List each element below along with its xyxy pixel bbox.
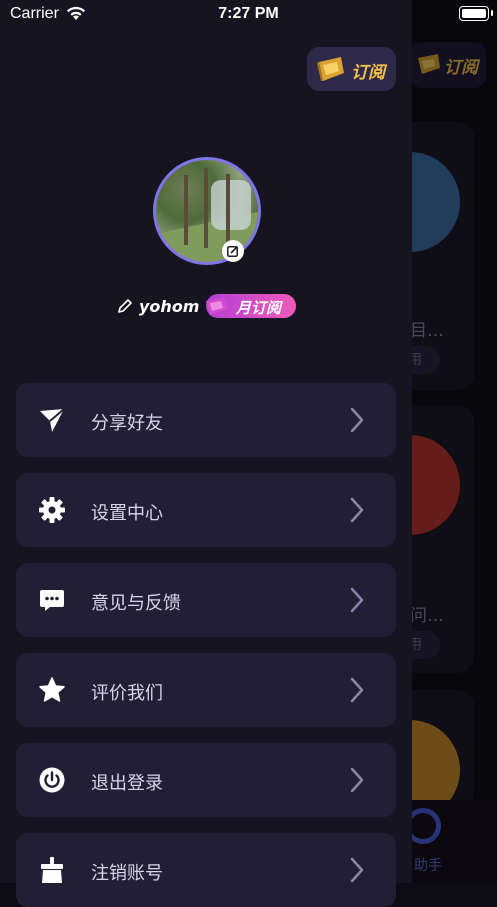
subscribe-label: 订阅	[351, 63, 385, 83]
membership-badge: 月订阅	[206, 294, 296, 318]
subscribe-button[interactable]: 订阅	[307, 47, 396, 91]
chat-bubble-icon	[40, 590, 64, 611]
battery-icon	[459, 6, 493, 21]
menu-item-label: 注销账号	[91, 863, 163, 884]
chevron-right-icon	[350, 407, 364, 433]
edit-avatar-button[interactable]	[222, 240, 244, 262]
menu-item-label: 分享好友	[91, 413, 163, 434]
menu-item-label: 设置中心	[91, 503, 163, 524]
menu-item-feedback[interactable]: 意见与反馈	[16, 563, 396, 637]
brush-clear-icon	[41, 857, 63, 883]
menu-item-share[interactable]: 分享好友	[16, 383, 396, 457]
crown-icon	[317, 57, 344, 81]
star-icon	[39, 677, 65, 702]
status-time: 7:27 PM	[218, 5, 279, 22]
username: yohom	[139, 297, 200, 316]
membership-label: 月订阅	[236, 299, 282, 317]
chevron-right-icon	[350, 857, 364, 883]
power-icon	[39, 767, 65, 793]
chevron-right-icon	[350, 587, 364, 613]
menu-item-label: 意见与反馈	[91, 593, 181, 614]
menu-item-delete-account[interactable]: 注销账号	[16, 833, 396, 907]
menu-item-rate[interactable]: 评价我们	[16, 653, 396, 727]
menu-item-logout[interactable]: 退出登录	[16, 743, 396, 817]
chevron-right-icon	[350, 497, 364, 523]
side-drawer: 订阅 yohom 月订阅 分享好友 设置中心 意见与反馈 评价我们 退出登录 注…	[0, 0, 412, 907]
share-send-icon	[40, 408, 65, 432]
ticket-icon	[206, 297, 228, 315]
status-bar: Carrier 7:27 PM	[0, 0, 497, 30]
avatar[interactable]	[153, 157, 261, 265]
menu-item-settings[interactable]: 设置中心	[16, 473, 396, 547]
menu-item-label: 评价我们	[91, 683, 163, 704]
menu-item-label: 退出登录	[91, 773, 163, 794]
edit-icon	[227, 245, 239, 257]
pencil-icon[interactable]	[116, 297, 134, 315]
chevron-right-icon	[350, 677, 364, 703]
chevron-right-icon	[350, 767, 364, 793]
gear-icon	[39, 497, 65, 523]
